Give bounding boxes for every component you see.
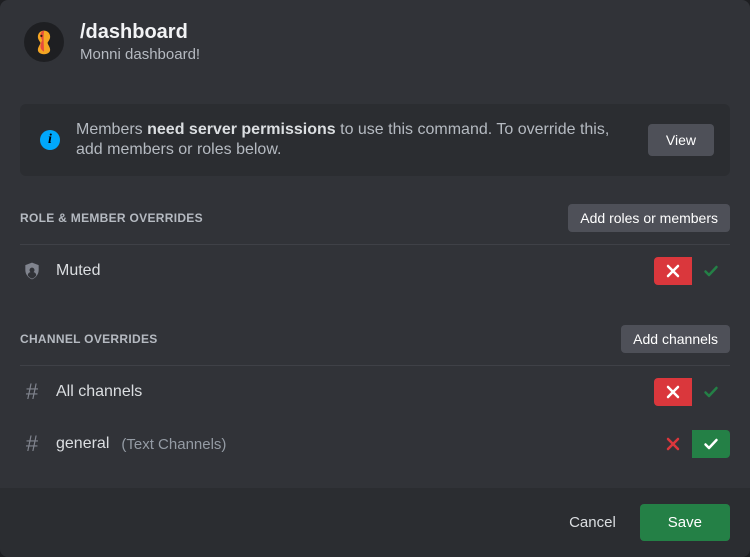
channel-override-row: # All channels [20, 366, 730, 418]
deny-toggle[interactable] [654, 430, 692, 458]
channels-section-header: CHANNEL OVERRIDES Add channels [20, 325, 730, 353]
role-name: Muted [56, 262, 100, 280]
command-title: /dashboard [80, 20, 200, 44]
modal-header: /dashboard Monni dashboard! [0, 0, 750, 82]
roles-section-header: ROLE & MEMBER OVERRIDES Add roles or mem… [20, 204, 730, 232]
permission-toggle [654, 257, 730, 285]
app-avatar [24, 22, 64, 62]
allow-toggle[interactable] [692, 430, 730, 458]
allow-toggle[interactable] [692, 378, 730, 406]
permission-toggle [654, 378, 730, 406]
modal-footer: Cancel Save [0, 488, 750, 557]
channel-category: (Text Channels) [121, 436, 226, 453]
hash-icon: # [20, 381, 44, 403]
shield-icon [20, 261, 44, 281]
channel-name: All channels [56, 383, 142, 401]
allow-toggle[interactable] [692, 257, 730, 285]
info-text: Members need server permissions to use t… [76, 120, 632, 160]
cancel-button[interactable]: Cancel [569, 514, 616, 531]
add-roles-button[interactable]: Add roles or members [568, 204, 730, 232]
command-permissions-modal: /dashboard Monni dashboard! i Members ne… [0, 0, 750, 557]
command-subtitle: Monni dashboard! [80, 46, 200, 64]
deny-toggle[interactable] [654, 257, 692, 285]
channel-override-row: # general (Text Channels) [20, 418, 730, 470]
monni-icon [30, 28, 58, 56]
info-icon: i [40, 130, 60, 150]
permissions-info-banner: i Members need server permissions to use… [20, 104, 730, 176]
role-override-row: Muted [20, 245, 730, 297]
channels-section-label: CHANNEL OVERRIDES [20, 332, 158, 346]
hash-icon: # [20, 433, 44, 455]
add-channels-button[interactable]: Add channels [621, 325, 730, 353]
view-button[interactable]: View [648, 124, 714, 156]
roles-section-label: ROLE & MEMBER OVERRIDES [20, 211, 203, 225]
save-button[interactable]: Save [640, 504, 730, 541]
deny-toggle[interactable] [654, 378, 692, 406]
permission-toggle [654, 430, 730, 458]
channel-name: general [56, 435, 109, 453]
